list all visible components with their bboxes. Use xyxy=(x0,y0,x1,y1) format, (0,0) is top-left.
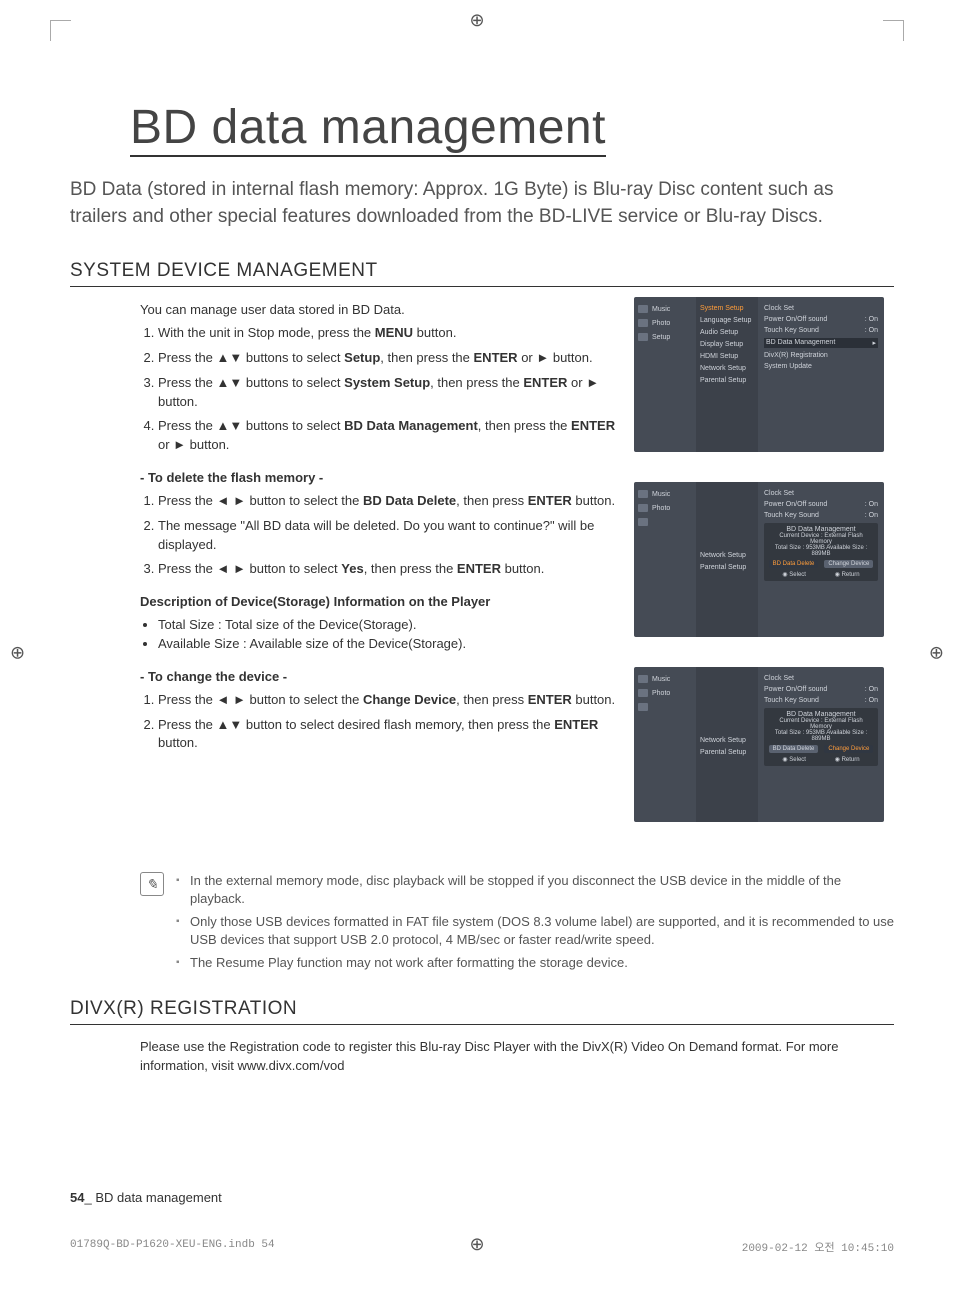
note-icon: ✎ xyxy=(140,872,164,896)
music-icon xyxy=(638,675,648,683)
photo-icon xyxy=(638,319,648,327)
setup-icon xyxy=(638,518,648,526)
page-footer: 54_ BD data management xyxy=(70,1190,222,1205)
bd-data-delete-button: BD Data Delete xyxy=(769,560,819,568)
note-1: In the external memory mode, disc playba… xyxy=(176,872,894,907)
desc-bullet-1: Total Size : Total size of the Device(St… xyxy=(158,616,616,635)
delete-subheading: - To delete the flash memory - xyxy=(140,469,616,488)
manual-page: ⊕ ⊕ ⊕ ⊕ BD data management BD Data (stor… xyxy=(0,0,954,1305)
delete-step-1: Press the ◄ ► button to select the BD Da… xyxy=(158,492,616,511)
imprint-file: 01789Q-BD-P1620-XEU-ENG.indb 54 xyxy=(70,1239,275,1255)
note-2: Only those USB devices formatted in FAT … xyxy=(176,913,894,948)
registration-mark-icon: ⊕ xyxy=(469,10,484,31)
divx-body: Please use the Registration code to regi… xyxy=(70,1038,894,1076)
sdm-intro: You can manage user data stored in BD Da… xyxy=(140,301,616,320)
desc-subheading: Description of Device(Storage) Informati… xyxy=(140,593,616,612)
page-number: 54 xyxy=(70,1190,84,1205)
intro-text: BD Data (stored in internal flash memory… xyxy=(70,177,894,230)
setup-icon xyxy=(638,703,648,711)
step-4: Press the ▲▼ buttons to select BD Data M… xyxy=(158,417,616,455)
osd-screenshot-3: Music Photo Network Setup Parental Setup… xyxy=(634,667,884,822)
photo-icon xyxy=(638,504,648,512)
photo-icon xyxy=(638,689,648,697)
change-step-1: Press the ◄ ► button to select the Chang… xyxy=(158,691,616,710)
registration-mark-icon: ⊕ xyxy=(10,642,25,663)
imprint-timestamp: 2009-02-12 오전 10:45:10 xyxy=(742,1239,894,1255)
step-1: With the unit in Stop mode, press the ME… xyxy=(158,324,616,343)
crop-mark xyxy=(50,20,71,41)
note-3: The Resume Play function may not work af… xyxy=(176,954,894,972)
note-box: ✎ In the external memory mode, disc play… xyxy=(140,872,894,978)
page-title: BD data management xyxy=(130,100,606,157)
instructions-column: You can manage user data stored in BD Da… xyxy=(70,297,616,852)
delete-step-3: Press the ◄ ► button to select Yes, then… xyxy=(158,560,616,579)
setup-icon xyxy=(638,333,648,341)
step-3: Press the ▲▼ buttons to select System Se… xyxy=(158,374,616,412)
change-subheading: - To change the device - xyxy=(140,668,616,687)
section-heading-sdm: SYSTEM DEVICE MANAGEMENT xyxy=(70,260,894,287)
registration-mark-icon: ⊕ xyxy=(929,642,944,663)
delete-step-2: The message "All BD data will be deleted… xyxy=(158,517,616,555)
crop-mark xyxy=(883,20,904,41)
osd-screenshot-1: Music Photo Setup System Setup Language … xyxy=(634,297,884,452)
section-heading-divx: DIVX(R) REGISTRATION xyxy=(70,998,894,1025)
music-icon xyxy=(638,490,648,498)
desc-bullet-2: Available Size : Available size of the D… xyxy=(158,635,616,654)
change-device-button: Change Device xyxy=(824,560,873,568)
music-icon xyxy=(638,305,648,313)
change-device-button: Change Device xyxy=(824,745,873,753)
screenshots-column: Music Photo Setup System Setup Language … xyxy=(634,297,894,852)
osd-screenshot-2: Music Photo Network Setup Parental Setup… xyxy=(634,482,884,637)
imprint-line: 01789Q-BD-P1620-XEU-ENG.indb 54 2009-02-… xyxy=(70,1239,894,1255)
step-2: Press the ▲▼ buttons to select Setup, th… xyxy=(158,349,616,368)
bd-data-delete-button: BD Data Delete xyxy=(769,745,819,753)
change-step-2: Press the ▲▼ button to select desired fl… xyxy=(158,716,616,754)
